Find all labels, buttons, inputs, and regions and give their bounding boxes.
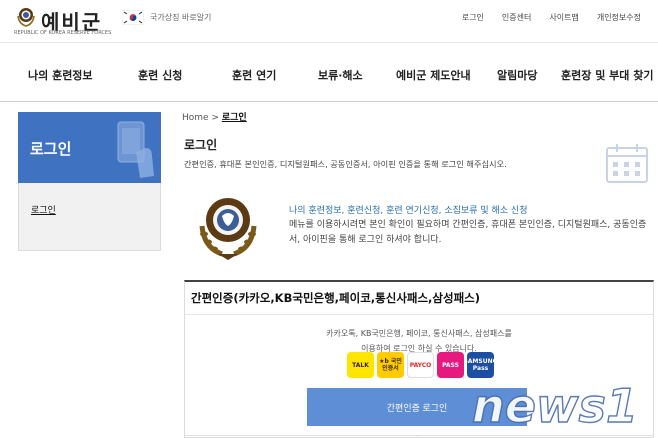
breadcrumb-separator: > (211, 113, 219, 123)
utility-links: 로그인 인증센터 사이트맵 개인정보수정 (453, 12, 650, 23)
nav-system-guide[interactable]: 예비군 제도안내 (396, 67, 471, 83)
payco-icon: PAYCO (407, 352, 434, 378)
info-box: 나의 훈련정보, 훈련신청, 훈련 연기신청, 소집보류 및 해소 신청 메뉴를… (183, 178, 658, 276)
korean-flag-icon[interactable] (122, 10, 144, 25)
pass-icon: PASS (437, 352, 464, 378)
cert-provider-list: TALK ★b 국민인증서 PAYCO PASS SAMSUNG Pass (347, 352, 498, 378)
simple-auth-description-line-1: 카카오톡, KB국민은행, 페이코, 통신사패스, 삼성패스를 (326, 329, 512, 338)
util-link-edit-profile[interactable]: 개인정보수정 (588, 12, 650, 23)
kakao-talk-icon: TALK (347, 352, 374, 378)
news1-watermark-logo: news1 (471, 378, 638, 432)
top-header: 예비군 REPUBLIC OF KOREA RESERVE FORCES 국가상… (0, 0, 658, 42)
breadcrumb-home[interactable]: Home (182, 113, 209, 123)
nav-my-training[interactable]: 나의 훈련정보 (28, 67, 93, 83)
page-description: 간편인증, 휴대폰 본인인증, 디지털원패스, 공동인증서, 아이핀 인증을 통… (184, 159, 507, 169)
side-nav-header: 로그인 (18, 112, 161, 183)
side-nav-item-login[interactable]: 로그인 (31, 203, 56, 216)
nav-training-apply[interactable]: 훈련 신청 (138, 67, 182, 83)
nav-training-postpone[interactable]: 훈련 연기 (232, 67, 276, 83)
logo-subtitle: REPUBLIC OF KOREA RESERVE FORCES (14, 30, 112, 36)
breadcrumb: Home > 로그인 (182, 110, 247, 123)
reserve-forces-emblem-icon (17, 8, 35, 27)
nav-hold-release[interactable]: 보류·해소 (318, 67, 363, 83)
simple-auth-title: 간편인증(카카오,KB국민은행,페이코,통신사패스,삼성패스) (191, 291, 481, 305)
kb-bank-cert-icon: ★b 국민인증서 (377, 352, 404, 378)
national-symbol-link[interactable]: 국가상징 바로알기 (150, 12, 211, 23)
nav-find-training-site[interactable]: 훈련장 및 부대 찾기 (561, 67, 653, 83)
util-link-login[interactable]: 로그인 (453, 12, 493, 23)
util-link-cert-center[interactable]: 인증센터 (493, 12, 540, 23)
divider (185, 314, 653, 315)
divider (185, 435, 653, 436)
side-nav-body: 로그인 (18, 183, 161, 251)
info-text: 메뉴를 이용하시려면 본인 확인이 필요하며 간편인증, 휴대폰 본인인증, 디… (289, 220, 647, 245)
side-nav-title: 로그인 (30, 140, 72, 158)
reserve-forces-emblem-icon (199, 198, 257, 260)
phone-hand-illustration-icon (117, 121, 154, 178)
info-title: 나의 훈련정보, 훈련신청, 훈련 연기신청, 소집보류 및 해소 신청 (289, 206, 528, 216)
nav-notice[interactable]: 알림마당 (497, 67, 537, 83)
page-title: 로그인 (184, 138, 218, 152)
watermark-text: news1 (472, 379, 638, 432)
main-navigation: 나의 훈련정보 훈련 신청 훈련 연기 보류·해소 예비군 제도안내 알림마당 … (0, 42, 658, 102)
site-logo[interactable]: 예비군 REPUBLIC OF KOREA RESERVE FORCES (14, 4, 112, 36)
util-link-sitemap[interactable]: 사이트맵 (540, 12, 587, 23)
samsung-pass-icon: SAMSUNG Pass (463, 352, 498, 378)
breadcrumb-current: 로그인 (221, 113, 247, 123)
